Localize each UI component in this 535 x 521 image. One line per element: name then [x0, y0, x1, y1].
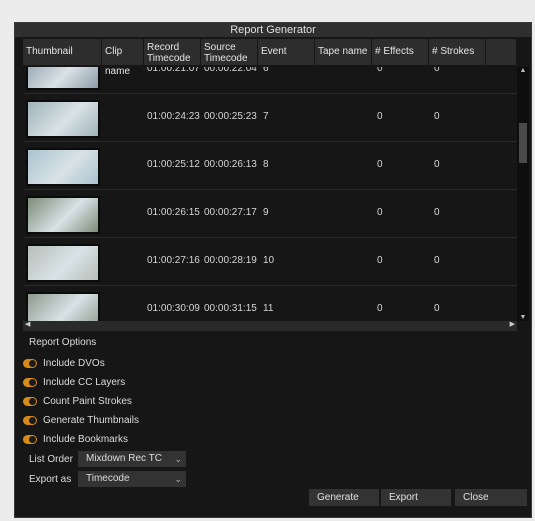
scroll-down-icon[interactable]: ▼	[517, 314, 529, 321]
column-header-record-timecode[interactable]: Record Timecode	[144, 39, 201, 65]
record-timecode-cell: 01:00:25:12	[147, 159, 200, 170]
record-timecode-cell: 01:00:21:07	[147, 67, 200, 74]
clip-table: 01:00:21:07 00:00:22:04 6 0 0 01:00:24:2…	[23, 67, 517, 321]
option-label: Include DVOs	[43, 358, 105, 369]
toggle-switch[interactable]	[23, 359, 37, 368]
window-title: Report Generator	[15, 23, 531, 37]
toggle-switch[interactable]	[23, 435, 37, 444]
chevron-down-icon: ⌄	[174, 454, 182, 464]
event-cell: 7	[263, 111, 269, 122]
source-timecode-cell: 00:00:31:15	[204, 303, 257, 314]
export-as-label: Export as	[29, 474, 72, 485]
effects-cell: 0	[377, 207, 383, 218]
event-cell: 9	[263, 207, 269, 218]
thumbnail-image	[26, 292, 100, 321]
list-order-value: Mixdown Rec TC	[86, 453, 162, 464]
report-options-heading: Report Options	[29, 337, 97, 348]
column-header-event[interactable]: Event	[258, 39, 315, 65]
table-row[interactable]: 01:00:30:09 00:00:31:15 11 0 0	[23, 285, 517, 321]
strokes-cell: 0	[434, 207, 440, 218]
scroll-left-icon[interactable]: ◀	[25, 320, 30, 328]
column-header-spacer	[486, 39, 517, 65]
vertical-scroll-thumb[interactable]	[519, 123, 527, 163]
table-row[interactable]: 01:00:25:12 00:00:26:13 8 0 0	[23, 141, 517, 190]
thumbnail-image	[26, 100, 100, 138]
source-timecode-cell: 00:00:27:17	[204, 207, 257, 218]
effects-cell: 0	[377, 67, 383, 74]
strokes-cell: 0	[434, 67, 440, 74]
list-order-select[interactable]: Mixdown Rec TC ⌄	[78, 451, 186, 467]
column-header-thumbnail[interactable]: Thumbnail	[23, 39, 102, 65]
event-cell: 11	[263, 303, 274, 314]
record-timecode-cell: 01:00:27:16	[147, 255, 200, 266]
thumbnail-image	[26, 244, 100, 282]
column-header-effects[interactable]: # Effects	[372, 39, 429, 65]
source-timecode-cell: 00:00:26:13	[204, 159, 257, 170]
source-timecode-cell: 00:00:22:04	[204, 67, 257, 74]
record-timecode-cell: 01:00:26:15	[147, 207, 200, 218]
effects-cell: 0	[377, 303, 383, 314]
scroll-up-icon[interactable]: ▲	[517, 67, 529, 74]
table-row[interactable]: 01:00:26:15 00:00:27:17 9 0 0	[23, 189, 517, 238]
toggle-switch[interactable]	[23, 397, 37, 406]
scroll-right-icon[interactable]: ▶	[510, 320, 515, 328]
strokes-cell: 0	[434, 255, 440, 266]
generate-button[interactable]: Generate	[309, 489, 379, 506]
record-timecode-cell: 01:00:24:23	[147, 111, 200, 122]
strokes-cell: 0	[434, 303, 440, 314]
strokes-cell: 0	[434, 111, 440, 122]
source-timecode-cell: 00:00:25:23	[204, 111, 257, 122]
option-label: Include CC Layers	[43, 377, 126, 388]
vertical-scrollbar[interactable]: ▲ ▼	[517, 67, 529, 321]
effects-cell: 0	[377, 255, 383, 266]
table-row[interactable]: 01:00:21:07 00:00:22:04 6 0 0	[23, 67, 517, 94]
close-button[interactable]: Close	[455, 489, 527, 506]
event-cell: 8	[263, 159, 269, 170]
thumbnail-image	[26, 148, 100, 186]
record-timecode-cell: 01:00:30:09	[147, 303, 200, 314]
report-generator-window: Report Generator Thumbnail Clip name Rec…	[14, 22, 532, 518]
thumbnail-image	[26, 196, 100, 234]
option-label: Generate Thumbnails	[43, 415, 139, 426]
chevron-down-icon: ⌄	[174, 474, 182, 484]
table-row[interactable]: 01:00:24:23 00:00:25:23 7 0 0	[23, 93, 517, 142]
thumbnail-image	[26, 67, 100, 90]
event-cell: 6	[263, 67, 269, 74]
option-label: Include Bookmarks	[43, 434, 129, 445]
column-header-strokes[interactable]: # Strokes	[429, 39, 486, 65]
toggle-switch[interactable]	[23, 416, 37, 425]
horizontal-scrollbar[interactable]: ◀ ▶	[23, 321, 517, 331]
toggle-switch[interactable]	[23, 378, 37, 387]
source-timecode-cell: 00:00:28:19	[204, 255, 257, 266]
option-label: Count Paint Strokes	[43, 396, 132, 407]
table-row[interactable]: 01:00:27:16 00:00:28:19 10 0 0	[23, 237, 517, 286]
event-cell: 10	[263, 255, 275, 266]
column-header-tape-name[interactable]: Tape name	[315, 39, 372, 65]
effects-cell: 0	[377, 111, 383, 122]
column-header-source-timecode[interactable]: Source Timecode	[201, 39, 258, 65]
column-header-clip-name[interactable]: Clip name	[102, 39, 144, 77]
export-as-select[interactable]: Timecode ⌄	[78, 471, 186, 487]
export-button[interactable]: Export	[381, 489, 451, 506]
list-order-label: List Order	[29, 454, 73, 465]
strokes-cell: 0	[434, 159, 440, 170]
effects-cell: 0	[377, 159, 383, 170]
export-as-value: Timecode	[86, 473, 130, 484]
